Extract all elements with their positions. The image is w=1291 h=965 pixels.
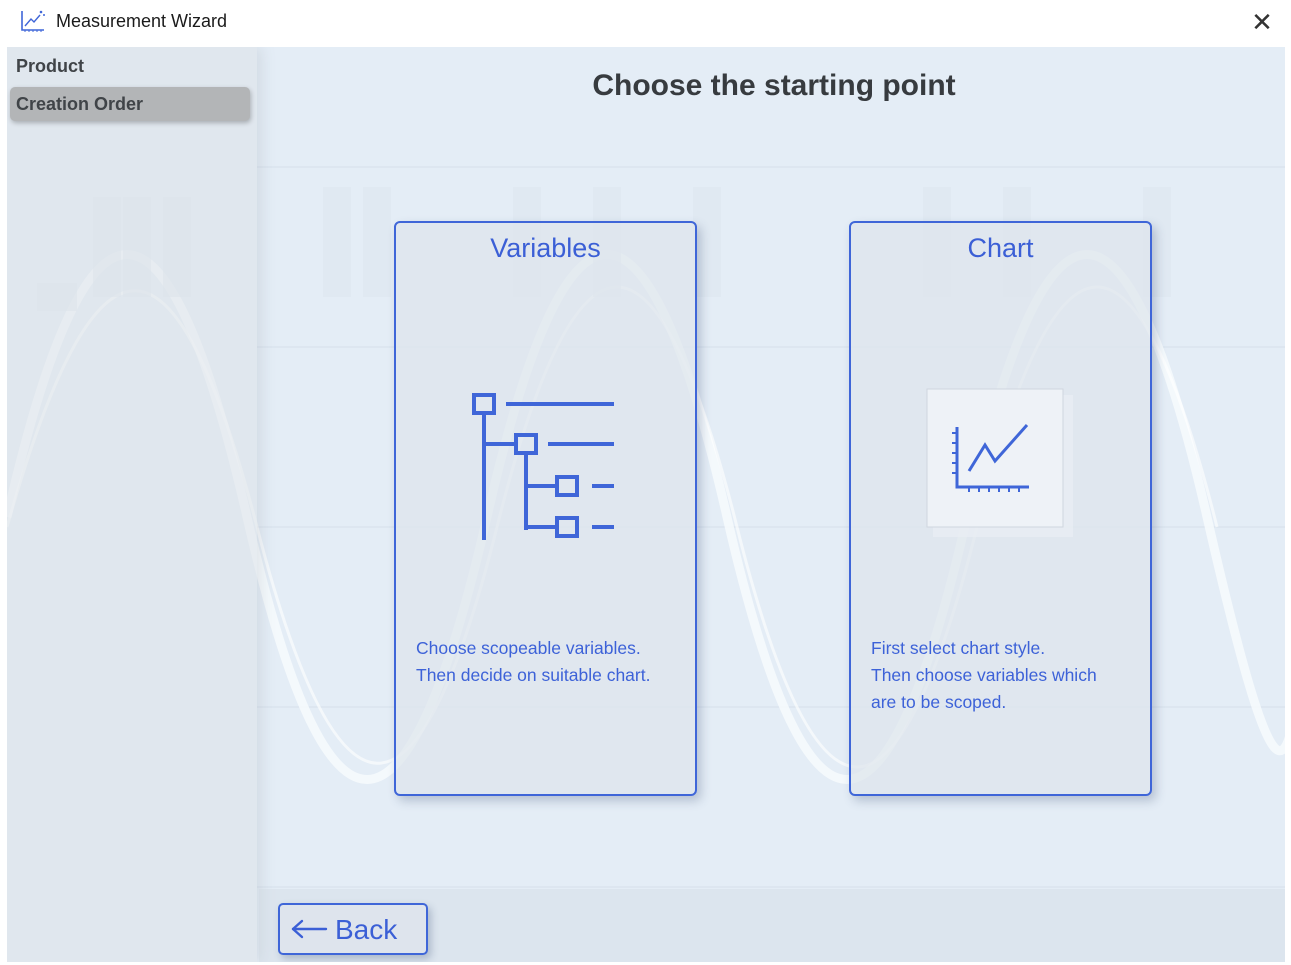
title-bar: Measurement Wizard ✕ <box>0 0 1291 44</box>
sidebar-item-creation-order[interactable]: Creation Order <box>10 87 250 121</box>
window-title: Measurement Wizard <box>56 11 228 31</box>
close-button[interactable]: ✕ <box>1245 6 1279 38</box>
sidebar-item-label: Creation Order <box>16 94 144 114</box>
card-description-line: Then decide on suitable chart. <box>416 665 651 685</box>
sidebar-item-product[interactable]: Product <box>10 49 250 83</box>
sidebar: Product Creation Order <box>7 47 257 962</box>
line-chart-icon <box>926 388 1073 537</box>
sidebar-item-label: Product <box>16 56 85 76</box>
variables-card[interactable]: Variables Choose scopeable variables. Th… <box>394 221 697 796</box>
back-button[interactable]: Back <box>278 903 428 955</box>
page-title: Choose the starting point <box>592 69 956 102</box>
arrow-left-icon <box>291 919 328 939</box>
chart-wand-icon <box>21 10 45 32</box>
variable-tree-icon <box>472 393 614 540</box>
card-description-line: First select chart style. <box>871 638 1046 658</box>
card-description: First select chart style. Then choose va… <box>871 635 1141 716</box>
card-title: Chart <box>967 233 1034 263</box>
card-description-line: Then choose variables which <box>871 665 1097 685</box>
chart-card[interactable]: Chart First select chart style. Then cho… <box>849 221 1152 796</box>
wizard-client-area: Product Creation Order Choose the starti… <box>7 47 1285 962</box>
card-description-line: are to be scoped. <box>871 692 1007 712</box>
card-description: Choose scopeable variables. Then decide … <box>416 635 686 689</box>
back-label: Back <box>335 914 398 945</box>
card-title: Variables <box>490 233 601 263</box>
close-icon: ✕ <box>1251 7 1273 37</box>
card-description-line: Choose scopeable variables. <box>416 638 641 658</box>
